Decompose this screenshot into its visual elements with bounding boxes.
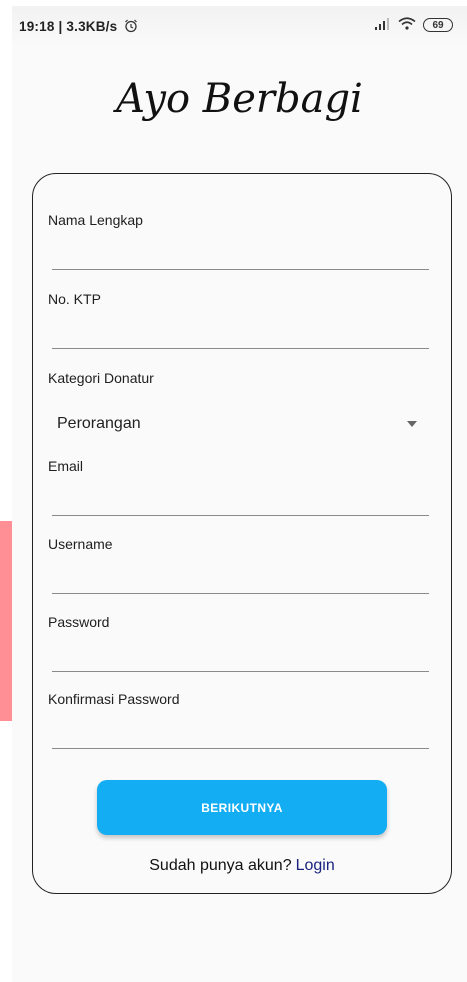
full-name-label: Nama Lengkap [48, 212, 143, 228]
login-prompt: Sudah punya akun? Login [33, 857, 451, 875]
ktp-label: No. KTP [48, 291, 101, 307]
next-button[interactable]: BERIKUTNYA [97, 780, 387, 835]
confirm-password-label: Konfirmasi Password [48, 691, 180, 707]
full-name-input-underline[interactable] [52, 269, 429, 270]
status-time-speed: 19:18 | 3.3KB/s [19, 19, 118, 34]
donor-category-dropdown[interactable]: Perorangan [57, 413, 417, 437]
username-label: Username [48, 536, 113, 552]
signal-icon [375, 17, 391, 33]
confirm-password-input-underline[interactable] [52, 748, 429, 749]
side-accent-strip [0, 521, 12, 721]
ktp-input-underline[interactable] [52, 348, 429, 349]
password-input-underline[interactable] [52, 671, 429, 672]
password-label: Password [48, 614, 110, 630]
email-label: Email [48, 458, 84, 474]
alarm-clock-icon [124, 19, 138, 36]
login-prompt-text: Sudah punya akun? [149, 857, 292, 874]
username-input-underline[interactable] [52, 593, 429, 594]
email-input-underline[interactable] [52, 515, 429, 516]
registration-card: Nama Lengkap No. KTP Kategori Donatur Pe… [32, 173, 452, 894]
battery-level: 69 [432, 19, 444, 31]
phone-screen: 19:18 | 3.3KB/s 69 Ayo Berbagi Nama Leng… [12, 6, 467, 982]
donor-category-selected: Perorangan [57, 415, 141, 432]
donor-category-label: Kategori Donatur [48, 370, 154, 386]
dropdown-arrow-icon [407, 421, 417, 427]
status-right: 69 [375, 17, 453, 33]
wifi-icon [398, 17, 416, 33]
app-title: Ayo Berbagi [116, 76, 363, 122]
battery-icon: 69 [423, 18, 453, 32]
login-link[interactable]: Login [296, 857, 335, 874]
status-left: 19:18 | 3.3KB/s [19, 19, 138, 36]
status-bar: 19:18 | 3.3KB/s 69 [12, 6, 467, 48]
